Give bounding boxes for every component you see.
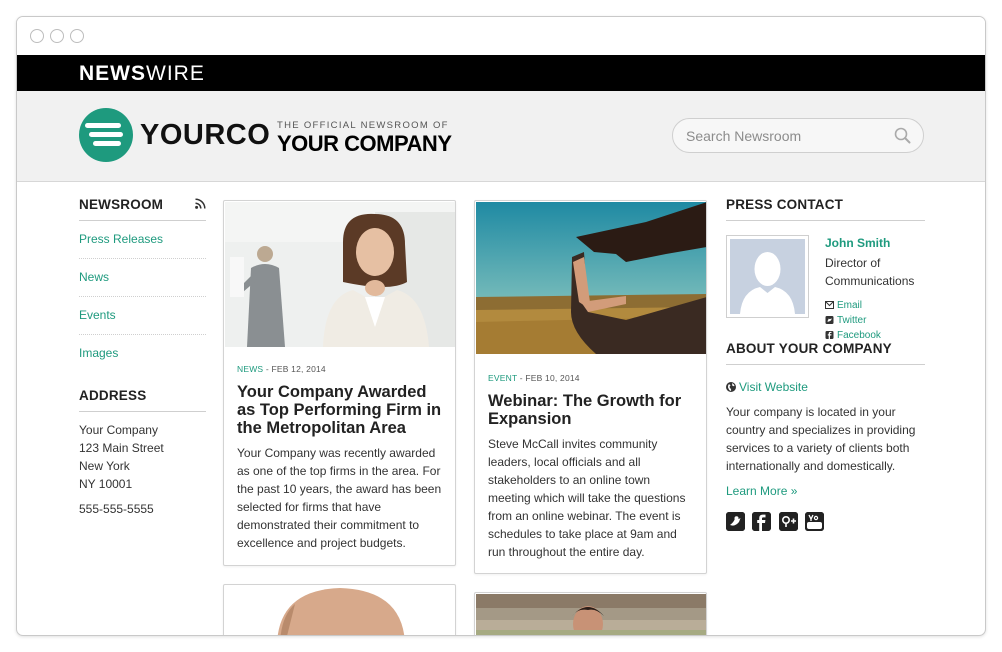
youtube-icon[interactable] [805, 512, 825, 531]
contact-avatar [726, 235, 809, 318]
newswire-logo[interactable]: NEWSWIRE [79, 62, 205, 86]
contact-links: Email Twitter Facebook [825, 298, 881, 343]
nav-images[interactable]: Images [79, 335, 206, 372]
rss-icon[interactable] [195, 198, 206, 209]
window-titlebar [17, 17, 985, 55]
card-body: Steve McCall invites community leaders, … [488, 437, 686, 559]
top-bar: NEWSWIRE [17, 55, 985, 91]
visit-website-link[interactable]: Visit Website [726, 380, 925, 394]
address-line: New York [79, 459, 130, 473]
event-card[interactable] [474, 592, 707, 635]
phone-number: 555-555-5555 [79, 502, 154, 516]
about-text: Your company is located in your country … [726, 405, 916, 473]
card-meta: EVENT - FEB 10, 2014 [488, 373, 580, 383]
brand-bold: NEWS [79, 62, 146, 85]
facebook-icon [825, 331, 834, 339]
person-silhouette-icon [730, 239, 805, 314]
browser-window: NEWSWIRE YOURCO THE OFFICIAL NEWSROOM OF… [16, 16, 986, 636]
contact-title: Director of Communications [825, 256, 915, 288]
address-line: Your Company [79, 423, 158, 437]
site-header: YOURCO THE OFFICIAL NEWSROOM OF YOUR COM… [17, 91, 985, 182]
window-zoom-button[interactable] [70, 29, 84, 43]
brand-light: WIRE [146, 62, 205, 85]
facebook-icon[interactable] [752, 512, 772, 531]
address-line: 123 Main Street [79, 441, 164, 455]
address-line: NY 10001 [79, 477, 133, 491]
press-contact: John Smith Director of Communications Em… [726, 221, 925, 341]
address-heading: ADDRESS [79, 388, 206, 412]
news-card[interactable]: NEWS - FEB 12, 2014 Your Company Awarded… [223, 200, 456, 566]
bald-man-photo [225, 586, 455, 635]
newsroom-heading-text: NEWSROOM [79, 197, 164, 212]
nav-press-releases[interactable]: Press Releases [79, 221, 206, 259]
right-sidebar: PRESS CONTACT John Smith Director of Com… [726, 182, 925, 532]
email-link[interactable]: Email [825, 298, 881, 313]
address-block: Your Company 123 Main Street New York NY… [79, 421, 206, 493]
card-date: - FEB 12, 2014 [263, 364, 326, 374]
envelope-icon [825, 301, 834, 309]
logo-text[interactable]: YOURCO [140, 119, 270, 152]
card-date: - FEB 10, 2014 [517, 373, 580, 383]
facebook-link-label: Facebook [837, 330, 881, 341]
company-name: YOUR COMPANY [277, 131, 452, 156]
search-icon[interactable] [894, 127, 911, 144]
press-contact-heading: PRESS CONTACT [726, 197, 925, 221]
left-sidebar: NEWSROOM Press Releases News Events Imag… [79, 182, 206, 516]
nav-news[interactable]: News [79, 259, 206, 297]
visit-website-label: Visit Website [739, 380, 808, 394]
yourco-logo-icon[interactable] [79, 108, 133, 162]
card-body: Your Company was recently awarded as one… [237, 446, 442, 550]
window-close-button[interactable] [30, 29, 44, 43]
twitter-link[interactable]: Twitter [825, 313, 881, 328]
outdoor-man-photo [476, 594, 706, 635]
card-title[interactable]: Your Company Awarded as Top Performing F… [237, 383, 443, 437]
window-minimize-button[interactable] [50, 29, 64, 43]
card-title[interactable]: Webinar: The Growth for Expansion [488, 392, 694, 428]
card-meta: NEWS - FEB 12, 2014 [237, 364, 326, 374]
businesswoman-photo [225, 202, 455, 347]
search-box[interactable] [672, 118, 924, 153]
social-icons [726, 512, 925, 532]
news-card[interactable] [223, 584, 456, 635]
twitter-icon[interactable] [726, 512, 745, 531]
contact-name[interactable]: John Smith [825, 236, 890, 250]
nav-events[interactable]: Events [79, 297, 206, 335]
globe-icon [726, 382, 736, 392]
email-link-label: Email [837, 300, 863, 311]
card-tag[interactable]: NEWS [237, 364, 263, 374]
search-input[interactable] [686, 119, 886, 152]
newsroom-heading: NEWSROOM [79, 197, 206, 221]
twitter-link-label: Twitter [837, 315, 867, 326]
about-heading: ABOUT YOUR COMPANY [726, 341, 925, 365]
twitter-icon [825, 316, 834, 324]
framing-hands-photo [476, 202, 706, 354]
learn-more-link[interactable]: Learn More » [726, 484, 925, 498]
official-newsroom-label: THE OFFICIAL NEWSROOM OF [277, 120, 449, 131]
google-plus-icon[interactable] [778, 512, 798, 531]
event-card[interactable]: EVENT - FEB 10, 2014 Webinar: The Growth… [474, 200, 707, 574]
card-tag[interactable]: EVENT [488, 373, 517, 383]
